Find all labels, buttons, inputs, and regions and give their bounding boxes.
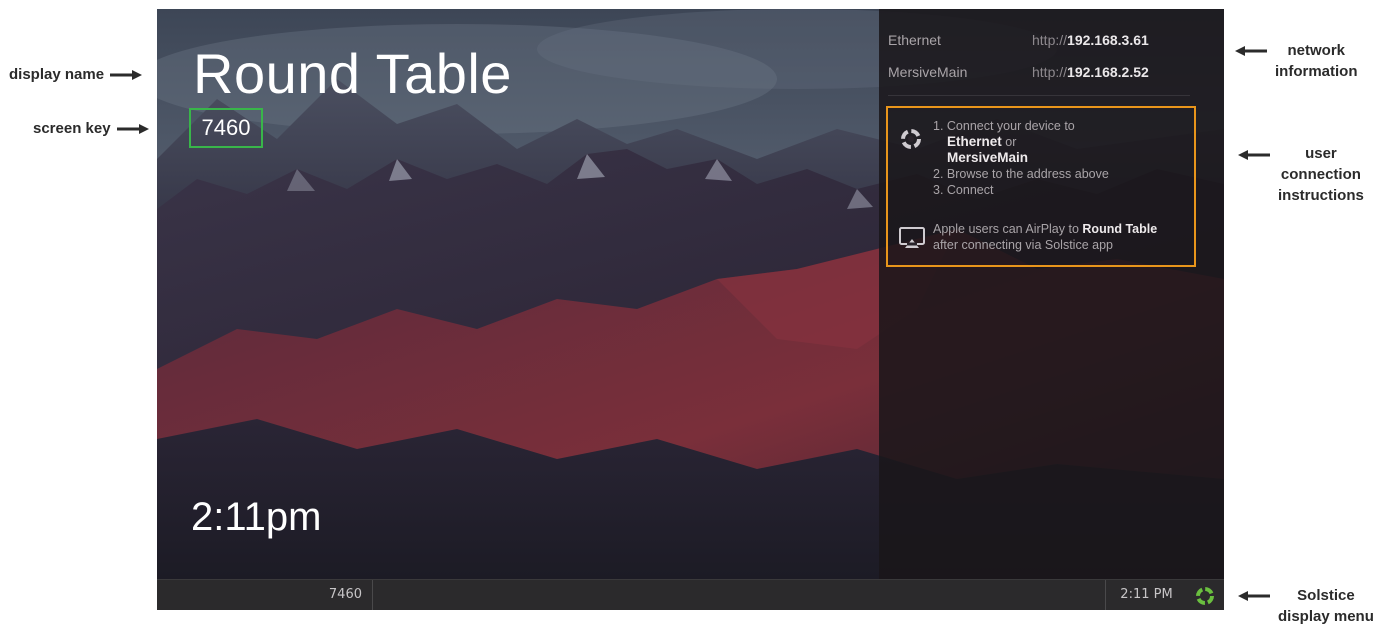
network-address: http://192.168.3.61 (1032, 32, 1149, 48)
callout-solstice-display-menu: Solstice display menu (1236, 585, 1374, 627)
step-2-text: 2. Browse to the address above (933, 167, 1109, 181)
callout-network-information: network information (1233, 40, 1358, 82)
arrow-right-icon (110, 69, 143, 80)
clock: 2:11pm (191, 495, 322, 539)
callout-screen-key: screen key (33, 118, 151, 139)
airplay-instructions: Apple users can AirPlay to Round Table a… (933, 221, 1191, 253)
connection-steps: 1. Connect your device to Ethernet or Me… (933, 118, 1191, 198)
network-2-name: MersiveMain (947, 150, 1029, 165)
callout-user-line1: user (1305, 145, 1337, 162)
callout-user-line3: instructions (1278, 187, 1364, 204)
airplay-suffix: after connecting via Solstice app (933, 238, 1113, 252)
arrow-left-icon (1235, 46, 1267, 56)
bottom-bar-time: 2:11 PM (1105, 580, 1187, 610)
callout-display-name: display name (9, 64, 144, 85)
network-1-name: Ethernet (947, 134, 1002, 149)
callout-network-line2: information (1275, 63, 1358, 80)
arrow-left-icon (1238, 150, 1270, 160)
arrow-right-icon (116, 123, 149, 134)
step-1-text: 1. Connect your device to (933, 119, 1075, 133)
bottom-status-bar: 7460 2:11 PM (157, 579, 1224, 610)
network-divider (888, 95, 1190, 96)
airplay-display-name: Round Table (1082, 222, 1158, 236)
network-url-host: 192.168.2.52 (1067, 64, 1149, 80)
solstice-display-screen: Ethernet http://192.168.3.61 MersiveMain… (157, 9, 1224, 610)
user-connection-instructions-box: 1. Connect your device to Ethernet or Me… (886, 106, 1196, 267)
display-name: Round Table (193, 42, 512, 105)
network-url-prefix: http:// (1032, 64, 1068, 80)
screen-key: 7460 (189, 108, 263, 148)
network-name: MersiveMain (888, 64, 968, 80)
airplay-prefix: Apple users can AirPlay to (933, 222, 1079, 236)
info-panel: Ethernet http://192.168.3.61 MersiveMain… (879, 9, 1224, 579)
solstice-logo-icon (901, 129, 921, 149)
callout-solstice-line1: Solstice (1297, 587, 1355, 604)
network-url-host: 192.168.3.61 (1067, 32, 1149, 48)
arrow-left-icon (1238, 591, 1270, 601)
callout-screen-key-label: screen key (33, 120, 111, 137)
callout-user-line2: connection (1280, 166, 1361, 183)
airplay-icon (899, 227, 925, 248)
network-name: Ethernet (888, 32, 941, 48)
step-3-text: 3. Connect (933, 183, 994, 197)
solstice-menu-button[interactable] (1194, 585, 1216, 607)
network-row-ethernet: Ethernet http://192.168.3.61 (888, 32, 1218, 54)
callout-user-connection-instructions: user connection instructions (1236, 143, 1364, 206)
callout-display-name-label: display name (9, 66, 105, 83)
bottom-bar-screen-key: 7460 (157, 580, 373, 610)
network-url-prefix: http:// (1032, 32, 1068, 48)
or-text: or (1005, 135, 1017, 149)
callout-solstice-line2: display menu (1278, 608, 1374, 625)
network-row-mersivemain: MersiveMain http://192.168.2.52 (888, 64, 1218, 86)
callout-network-line1: network (1287, 42, 1345, 59)
network-address: http://192.168.2.52 (1032, 64, 1149, 80)
